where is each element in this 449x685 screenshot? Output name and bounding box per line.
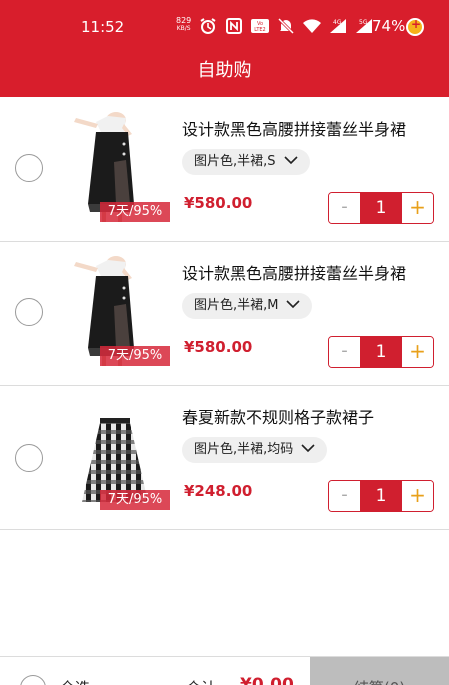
- alarm-icon: [198, 17, 218, 35]
- spec-label: 图片色,半裙,均码: [194, 442, 294, 457]
- item-checkbox[interactable]: [15, 298, 43, 326]
- spec-label: 图片色,半裙,M: [194, 298, 279, 313]
- item-checkbox[interactable]: [15, 444, 43, 472]
- product-price: ¥580.00: [184, 338, 253, 356]
- spec-selector[interactable]: 图片色,半裙,M: [182, 293, 313, 319]
- product-badge: 7天/95%: [100, 346, 170, 366]
- cart-item: 7天/95% 设计款黑色高腰拼接蕾丝半身裙 图片色,半裙,M ¥580.00 -…: [0, 242, 449, 386]
- decrease-button[interactable]: -: [329, 337, 361, 367]
- checkout-button[interactable]: 结算(0): [310, 657, 449, 685]
- page-title: 自助购: [197, 60, 252, 81]
- status-time: 11:52: [81, 18, 125, 36]
- battery-level: 74%: [372, 17, 406, 35]
- mute-icon: [276, 17, 296, 35]
- quantity-value[interactable]: 1: [361, 193, 401, 223]
- svg-text:4G: 4G: [333, 19, 342, 26]
- item-checkbox[interactable]: [15, 154, 43, 182]
- product-badge: 7天/95%: [100, 202, 170, 222]
- decrease-button[interactable]: -: [329, 193, 361, 223]
- product-price: ¥248.00: [184, 482, 253, 500]
- network-speed-value: 829: [176, 16, 192, 25]
- product-badge: 7天/95%: [100, 490, 170, 510]
- quantity-stepper: - 1 +: [328, 192, 434, 224]
- product-title[interactable]: 设计款黑色高腰拼接蕾丝半身裙: [182, 116, 406, 140]
- volte-icon: Vo LTE2: [250, 17, 270, 35]
- svg-text:5G: 5G: [359, 19, 368, 26]
- increase-button[interactable]: +: [401, 193, 433, 223]
- quantity-value[interactable]: 1: [361, 337, 401, 367]
- quantity-stepper: - 1 +: [328, 336, 434, 368]
- status-bar: 11:52 829 KB/S Vo LTE2 4G 5G 74%: [0, 0, 449, 56]
- chevron-down-icon: [283, 149, 298, 175]
- spec-selector[interactable]: 图片色,半裙,均码: [182, 437, 328, 463]
- svg-text:LTE2: LTE2: [254, 27, 266, 33]
- cart-item: 7天/95% 春夏新款不规则格子款裙子 图片色,半裙,均码 ¥248.00 - …: [0, 386, 449, 530]
- product-price: ¥580.00: [184, 194, 253, 212]
- increase-button[interactable]: +: [401, 337, 433, 367]
- chevron-down-icon: [286, 293, 301, 319]
- status-icons: Vo LTE2 4G 5G: [198, 16, 374, 36]
- chevron-down-icon: [301, 437, 315, 463]
- product-title[interactable]: 设计款黑色高腰拼接蕾丝半身裙: [182, 260, 406, 284]
- network-speed-unit: KB/S: [176, 25, 191, 32]
- checkout-bar: 全选 合计: ¥0.00 结算(0): [0, 656, 449, 685]
- wifi-icon: [302, 17, 322, 35]
- nfc-icon: [224, 17, 244, 35]
- product-title[interactable]: 春夏新款不规则格子款裙子: [182, 404, 374, 428]
- quantity-value[interactable]: 1: [361, 481, 401, 511]
- nav-bar: 自助购: [0, 56, 449, 97]
- signal-5g-icon: 5G: [354, 17, 374, 35]
- battery-saver-icon: [406, 17, 424, 36]
- decrease-button[interactable]: -: [329, 481, 361, 511]
- select-all-label[interactable]: 全选: [60, 677, 90, 685]
- quantity-stepper: - 1 +: [328, 480, 434, 512]
- spec-selector[interactable]: 图片色,半裙,S: [182, 149, 310, 175]
- cart-item: 7天/95% 设计款黑色高腰拼接蕾丝半身裙 图片色,半裙,S ¥580.00 -…: [0, 98, 449, 242]
- spec-label: 图片色,半裙,S: [194, 154, 276, 169]
- total-amount: ¥0.00: [240, 675, 294, 685]
- select-all-checkbox[interactable]: [20, 675, 46, 685]
- total-label: 合计:: [186, 677, 221, 685]
- increase-button[interactable]: +: [401, 481, 433, 511]
- network-speed: 829 KB/S: [176, 17, 191, 33]
- signal-4g-icon: 4G: [328, 17, 348, 35]
